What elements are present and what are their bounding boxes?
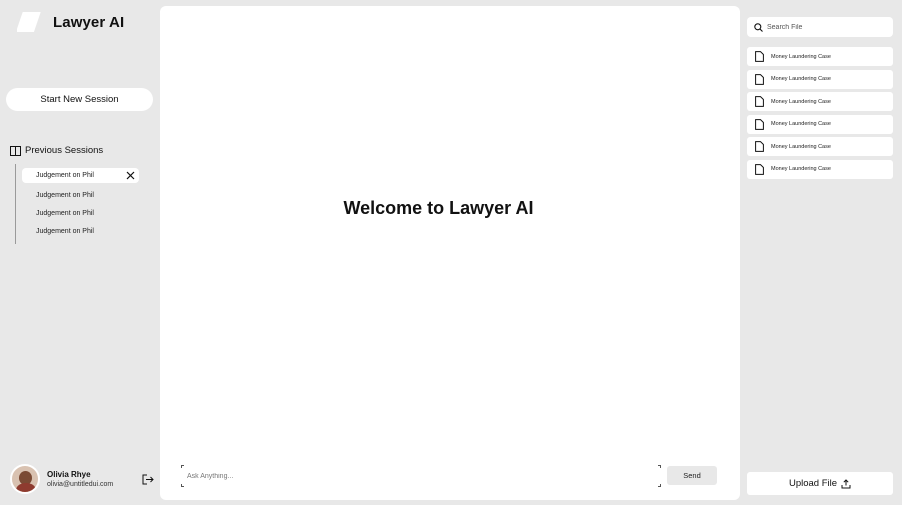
corner-mark bbox=[658, 465, 661, 468]
session-list-divider bbox=[15, 164, 16, 244]
chat-input-box[interactable] bbox=[181, 465, 661, 487]
search-icon bbox=[754, 22, 763, 32]
file-icon bbox=[755, 51, 764, 62]
book-open-icon bbox=[10, 145, 21, 156]
logo-icon bbox=[17, 12, 41, 32]
chat-area: Welcome to Lawyer AI Send bbox=[160, 6, 740, 500]
file-list: Money Laundering Case Money Laundering C… bbox=[747, 47, 893, 182]
file-item[interactable]: Money Laundering Case bbox=[747, 47, 893, 66]
file-item[interactable]: Money Laundering Case bbox=[747, 159, 893, 179]
file-search[interactable] bbox=[747, 17, 893, 37]
session-list: Judgement on Phil Judgement on Phil Judg… bbox=[22, 168, 139, 240]
upload-file-button[interactable]: Upload File bbox=[747, 472, 893, 495]
file-name: Money Laundering Case bbox=[771, 143, 831, 150]
file-name: Money Laundering Case bbox=[771, 76, 831, 82]
file-icon bbox=[755, 141, 764, 152]
file-icon bbox=[755, 118, 764, 130]
file-icon bbox=[755, 96, 764, 107]
app-name: Lawyer AI bbox=[53, 13, 125, 31]
session-item[interactable]: Judgement on Phil bbox=[22, 186, 139, 204]
send-button[interactable]: Send bbox=[667, 466, 717, 485]
search-file-input[interactable] bbox=[767, 23, 887, 31]
ask-input[interactable] bbox=[187, 469, 647, 483]
upload-icon bbox=[841, 478, 851, 488]
upload-file-label: Upload File bbox=[788, 478, 838, 489]
previous-sessions-label: Previous Sessions bbox=[25, 145, 104, 156]
file-name: Money Laundering Case bbox=[771, 98, 831, 105]
file-item[interactable]: Money Laundering Case bbox=[747, 114, 893, 134]
file-name: Money Laundering Case bbox=[771, 121, 831, 127]
file-item[interactable]: Money Laundering Case bbox=[747, 92, 893, 111]
file-name: Money Laundering Case bbox=[771, 53, 831, 60]
file-item[interactable]: Money Laundering Case bbox=[747, 137, 893, 156]
user-email: olivia@untitledui.com bbox=[47, 481, 114, 488]
welcome-heading: Welcome to Lawyer AI bbox=[343, 198, 534, 218]
previous-sessions-header: Previous Sessions bbox=[10, 145, 103, 156]
user-info: Olivia Rhye olivia@untitledui.com bbox=[47, 470, 113, 488]
file-item[interactable]: Money Laundering Case bbox=[747, 69, 893, 89]
session-item-label: Judgement on Phil bbox=[36, 227, 94, 235]
session-item[interactable]: Judgement on Phil bbox=[22, 168, 139, 183]
file-icon bbox=[755, 163, 764, 175]
app-logo[interactable]: Lawyer AI bbox=[17, 10, 124, 34]
session-item-label: Judgement on Phil bbox=[36, 172, 94, 179]
avatar bbox=[10, 464, 40, 494]
start-new-session-button[interactable]: Start New Session bbox=[6, 88, 153, 111]
left-sidebar: Lawyer AI Start New Session Previous Ses… bbox=[0, 0, 160, 505]
files-panel: Money Laundering Case Money Laundering C… bbox=[746, 0, 902, 505]
user-name: Olivia Rhye bbox=[47, 470, 91, 479]
corner-mark bbox=[181, 465, 184, 468]
corner-mark bbox=[658, 484, 661, 487]
session-item-label: Judgement on Phil bbox=[36, 191, 94, 199]
logout-icon[interactable] bbox=[142, 474, 154, 485]
file-icon bbox=[755, 73, 764, 85]
session-item[interactable]: Judgement on Phil bbox=[22, 222, 139, 240]
corner-mark bbox=[181, 484, 184, 487]
session-item-label: Judgement on Phil bbox=[36, 209, 94, 217]
close-icon[interactable] bbox=[126, 171, 135, 180]
session-item[interactable]: Judgement on Phil bbox=[22, 204, 139, 222]
file-name: Money Laundering Case bbox=[771, 166, 831, 172]
user-profile[interactable]: Olivia Rhye olivia@untitledui.com bbox=[10, 464, 113, 494]
